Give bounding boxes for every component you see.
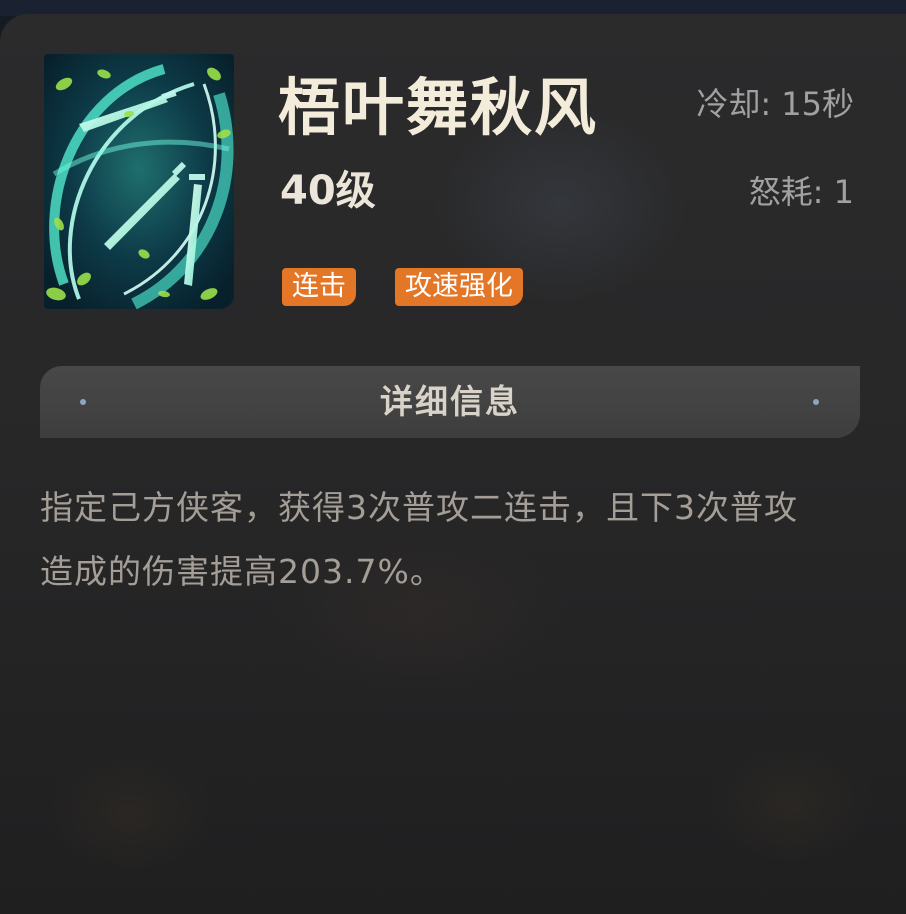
sword-swirl-skill-icon bbox=[44, 54, 234, 309]
skill-tag-attack-speed: 攻速强化 bbox=[395, 268, 523, 306]
decor-dot-icon bbox=[813, 399, 819, 405]
rage-cost-label: 怒耗: 1 bbox=[748, 173, 854, 211]
detail-section-title: 详细信息 bbox=[380, 382, 520, 421]
skill-description: 指定己方侠客，获得3次普攻二连击，且下3次普攻造成的伤害提高203.7%。 bbox=[40, 488, 798, 591]
skill-level: 40级 bbox=[280, 168, 376, 214]
skill-name: 梧叶舞秋风 bbox=[278, 71, 599, 144]
detail-section-header: 详细信息 bbox=[40, 366, 860, 438]
cooldown-label: 冷却: 15秒 bbox=[696, 85, 854, 123]
skill-tag-combo: 连击 bbox=[282, 268, 356, 306]
